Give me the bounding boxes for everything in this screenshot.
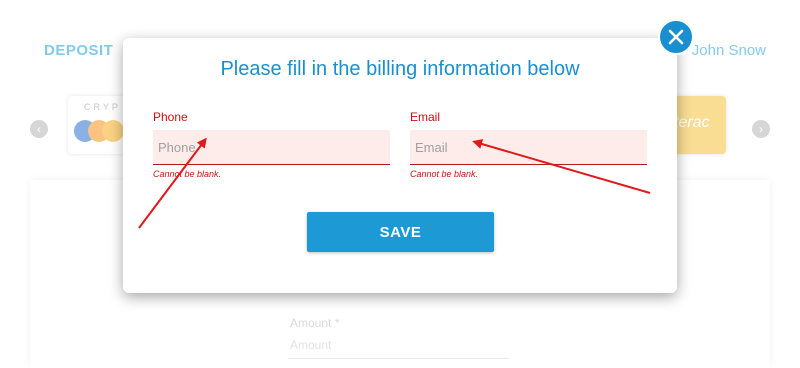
email-label: Email — [410, 110, 441, 124]
phone-field: Phone Cannot be blank. — [153, 110, 390, 179]
close-button[interactable] — [658, 19, 694, 55]
email-field: Email Cannot be blank. — [410, 110, 647, 179]
modal-title: Please fill in the billing information b… — [220, 58, 580, 80]
billing-info-modal: Please fill in the billing information b… — [123, 38, 677, 293]
phone-label: Phone — [153, 110, 188, 124]
close-icon — [668, 29, 684, 45]
phone-input[interactable] — [153, 130, 390, 165]
email-input[interactable] — [410, 130, 647, 165]
save-button[interactable]: SAVE — [307, 212, 494, 252]
phone-error: Cannot be blank. — [153, 169, 222, 179]
email-error: Cannot be blank. — [410, 169, 479, 179]
